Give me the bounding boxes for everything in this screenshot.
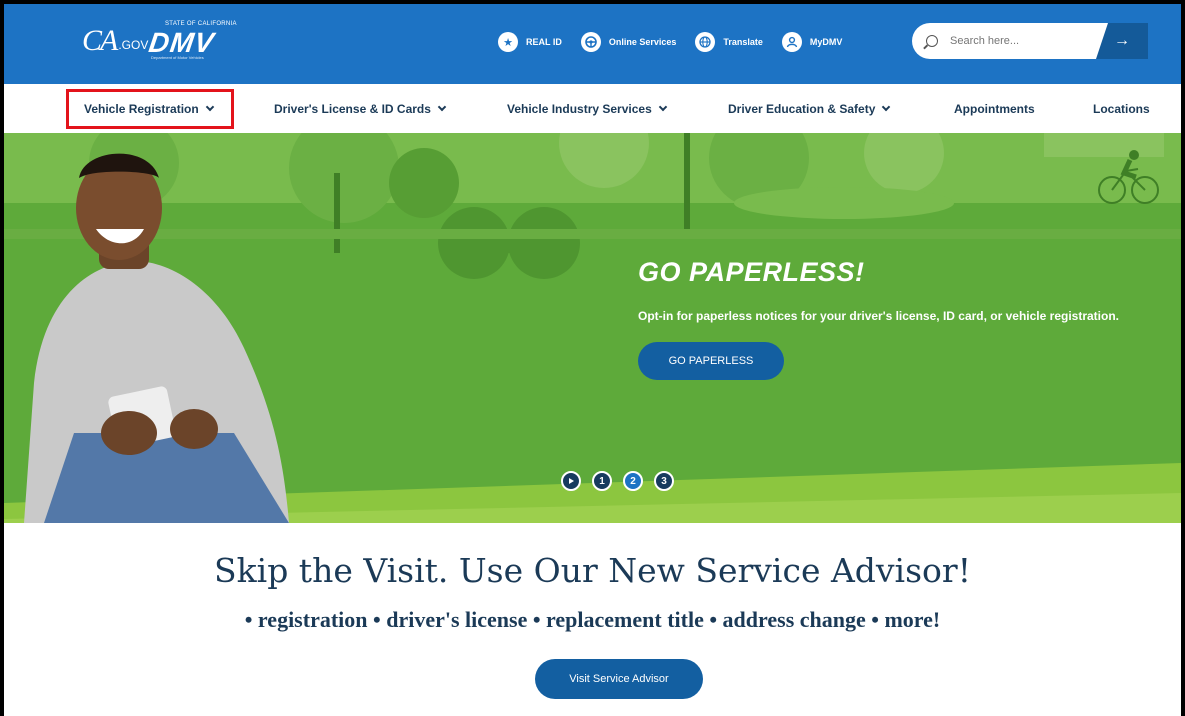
nav-appointments[interactable]: Appointments <box>954 102 1035 116</box>
hero-title: GO PAPERLESS! <box>638 257 865 287</box>
translate-link[interactable]: Translate <box>695 32 763 52</box>
park-illustration <box>4 133 1181 523</box>
steering-wheel-icon <box>580 32 601 52</box>
search-input[interactable] <box>950 35 1080 47</box>
nav-drivers-license[interactable]: Driver's License & ID Cards <box>274 102 447 116</box>
search-icon <box>926 35 938 47</box>
carousel-dot-3[interactable]: 3 <box>654 471 674 491</box>
star-icon: ★ <box>498 32 518 52</box>
selection-highlight <box>66 89 234 129</box>
online-services-label: Online Services <box>608 37 677 47</box>
ca-logo-suffix: .GOV <box>118 38 149 52</box>
arrow-right-icon: → <box>1114 32 1130 49</box>
nav-item-label: Vehicle Industry Services <box>507 102 652 116</box>
chevron-down-icon <box>437 102 447 112</box>
nav-item-label: Locations <box>1093 102 1150 116</box>
chevron-down-icon <box>658 102 667 112</box>
ca-gov-logo[interactable]: CA .GOV <box>82 24 148 58</box>
dmv-logo-dept: Department of Motor Vehicles <box>151 55 204 60</box>
top-header: CA .GOV STATE OF CALIFORNIA DMV Departmen… <box>4 4 1181 84</box>
real-id-link[interactable]: ★ REAL ID <box>498 32 562 52</box>
utility-links: ★ REAL ID Online Services Translate MyDM… <box>498 32 861 52</box>
globe-icon <box>695 32 716 52</box>
mydmv-label: MyDMV <box>809 37 843 47</box>
page: CA .GOV STATE OF CALIFORNIA DMV Departmen… <box>4 4 1181 716</box>
go-paperless-button[interactable]: GO PAPERLESS <box>638 342 784 380</box>
nav-item-label: Driver Education & Safety <box>728 102 876 116</box>
hero-subtitle: Opt-in for paperless notices for your dr… <box>638 309 1119 323</box>
search-box <box>912 23 1108 59</box>
nav-item-label: Appointments <box>954 102 1035 116</box>
carousel-dot-2[interactable]: 2 <box>623 471 643 491</box>
carousel-dot-1[interactable]: 1 <box>592 471 612 491</box>
visit-service-advisor-button[interactable]: Visit Service Advisor <box>535 659 703 699</box>
online-services-link[interactable]: Online Services <box>580 32 677 52</box>
service-advisor-title: Skip the Visit. Use Our New Service Advi… <box>214 551 971 590</box>
mydmv-link[interactable]: MyDMV <box>781 32 843 52</box>
chevron-down-icon <box>882 102 891 112</box>
play-icon[interactable] <box>561 471 581 491</box>
carousel-controls: 1 2 3 <box>561 471 685 491</box>
translate-label: Translate <box>723 37 763 47</box>
ca-logo-text: CA <box>82 24 118 57</box>
dmv-logo[interactable]: STATE OF CALIFORNIA DMV Department of Mo… <box>147 21 237 60</box>
user-icon <box>781 32 802 52</box>
real-id-label: REAL ID <box>526 37 562 47</box>
nav-driver-education[interactable]: Driver Education & Safety <box>728 102 891 116</box>
nav-locations[interactable]: Locations <box>1093 102 1150 116</box>
service-advisor-subtitle: • registration • driver's license • repl… <box>244 607 941 632</box>
hero-banner: GO PAPERLESS! Opt-in for paperless notic… <box>4 133 1181 523</box>
nav-vehicle-industry[interactable]: Vehicle Industry Services <box>507 102 667 116</box>
nav-item-label: Driver's License & ID Cards <box>274 102 431 116</box>
